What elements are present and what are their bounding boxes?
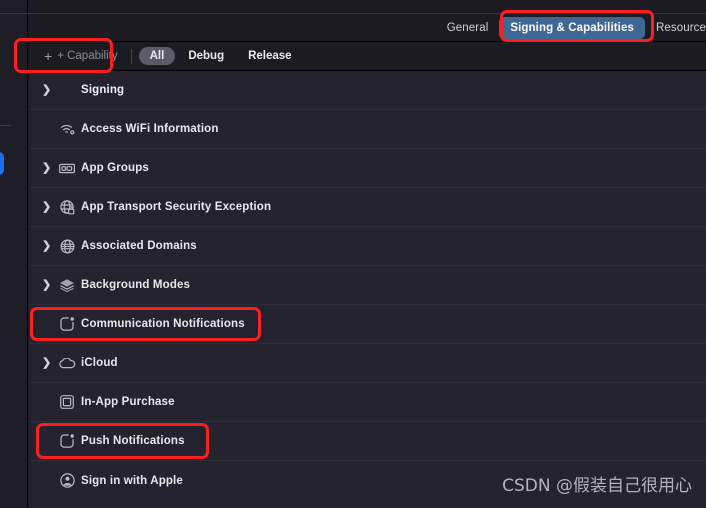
filter-all[interactable]: All	[138, 47, 176, 65]
capability-row-label: Sign in with Apple	[81, 474, 183, 487]
chevron-right-icon[interactable]: ❯	[42, 201, 56, 213]
tab-resource[interactable]: Resource	[645, 17, 706, 39]
cloud-icon	[56, 355, 78, 371]
capability-row-label: Push Notifications	[81, 435, 185, 447]
rail-selected-item[interactable]	[0, 152, 4, 175]
capability-row-label: In-App Purchase	[81, 396, 175, 408]
globe-icon	[56, 238, 78, 254]
add-capability-button[interactable]: + + Capability	[29, 49, 131, 63]
tab-general[interactable]: General	[436, 17, 500, 39]
capability-row-label: iCloud	[81, 357, 118, 369]
capability-row-label: App Transport Security Exception	[81, 201, 272, 213]
capability-row[interactable]: ❯ iCloud	[29, 344, 706, 383]
chevron-right-icon[interactable]: ❯	[42, 84, 56, 96]
chevron-right-icon[interactable]: ❯	[42, 162, 56, 174]
capability-row[interactable]: ❯Communication Notifications	[29, 305, 706, 344]
plus-icon: +	[44, 48, 53, 64]
add-capability-label: + Capability	[57, 50, 118, 62]
chevron-right-icon[interactable]: ❯	[42, 357, 56, 369]
rail-divider	[0, 125, 11, 126]
capability-row-label: Associated Domains	[81, 240, 197, 252]
watermark: CSDN @假装自己很用心	[502, 476, 692, 496]
capability-row-label: Signing	[81, 84, 125, 96]
chevron-right-icon[interactable]: ❯	[42, 240, 56, 252]
in-app-purchase-icon	[56, 394, 78, 410]
capability-row[interactable]: ❯Push Notifications	[29, 422, 706, 461]
capability-row[interactable]: ❯ App Groups	[29, 149, 706, 188]
capability-filter-bar: + + Capability All Debug Release	[29, 42, 706, 71]
build-config-filters: All Debug Release	[132, 47, 303, 65]
capability-row[interactable]: ❯ Associated Domains	[29, 227, 706, 266]
wifi-icon	[56, 121, 78, 137]
capability-row-label: App Groups	[81, 162, 149, 174]
capability-row[interactable]: ❯In-App Purchase	[29, 383, 706, 422]
editor-area: General Signing & Capabilities Resource …	[0, 0, 706, 508]
filter-release[interactable]: Release	[237, 47, 302, 65]
globe-lock-icon	[56, 199, 78, 215]
layers-icon	[56, 277, 78, 293]
capability-row-label: Background Modes	[81, 279, 191, 291]
navigator-rail[interactable]	[0, 0, 28, 508]
filter-debug[interactable]: Debug	[177, 47, 235, 65]
capability-row[interactable]: ❯ Background Modes	[29, 266, 706, 305]
capability-row-label: Communication Notifications	[81, 318, 245, 330]
app-groups-icon	[56, 160, 78, 176]
notification-icon	[56, 316, 78, 332]
capability-row[interactable]: ❯Access WiFi Information	[29, 110, 706, 149]
capability-row[interactable]: ❯ App Transport Security Exception	[29, 188, 706, 227]
capability-list: ❯Signing❯Access WiFi Information❯App Gro…	[29, 71, 706, 508]
notification-icon	[56, 433, 78, 449]
tab-list: General Signing & Capabilities Resource	[436, 14, 706, 42]
chevron-right-icon[interactable]: ❯	[42, 279, 56, 291]
tab-signing-capabilities[interactable]: Signing & Capabilities	[499, 17, 645, 39]
capability-row[interactable]: ❯ Signing	[29, 71, 706, 110]
capability-row-label: Access WiFi Information	[81, 123, 219, 135]
person-circle-icon	[56, 473, 78, 489]
project-editor-tabbar: General Signing & Capabilities Resource	[0, 0, 706, 42]
